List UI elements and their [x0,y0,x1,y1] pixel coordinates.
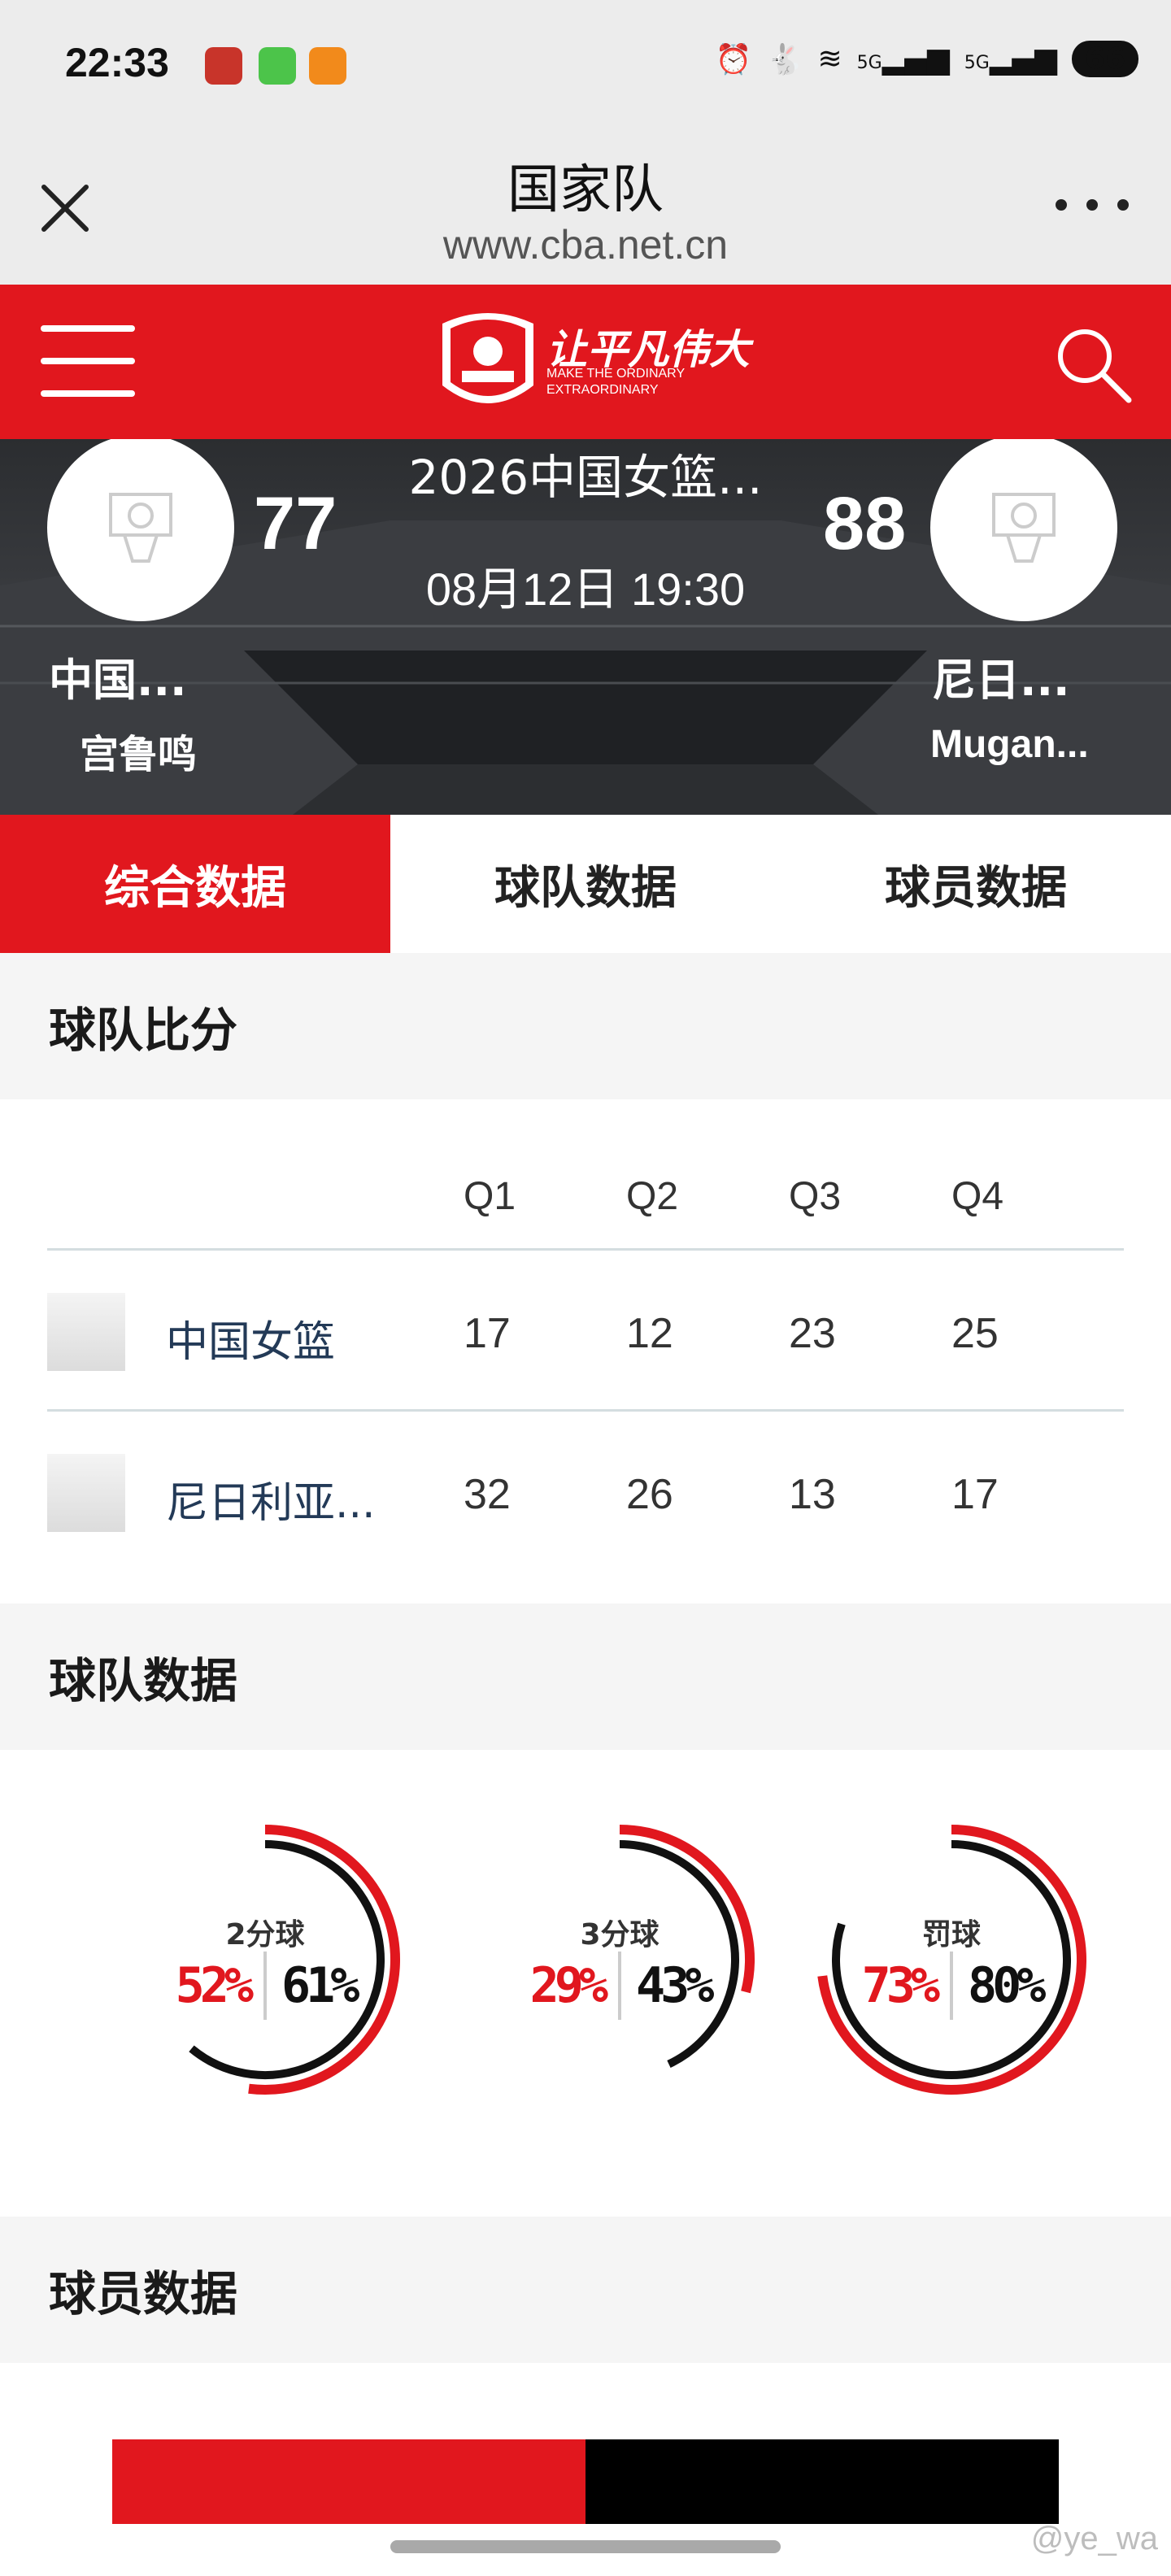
team-name: 中国女篮 [166,1318,336,1367]
stat-label: 2分球 [225,1918,305,1952]
quarter-score: 32 [464,1471,511,1518]
home-percentage: 73% [861,1957,940,2014]
home-percentage: 52% [175,1957,254,2014]
quarter-score: 17 [951,1471,999,1518]
team-flag-icon [47,1454,125,1532]
quarter-score: 23 [789,1310,836,1357]
quarter-header: Q2 [626,1175,679,1218]
stat-donut-3pt[interactable]: 3分球 29% 43% [481,1821,758,2098]
quarter-score: 25 [951,1310,999,1357]
home-team-segment[interactable] [112,2439,586,2524]
home-team-logo[interactable] [47,439,234,621]
home-percentage: 29% [529,1957,608,2014]
reader-notification-icon [309,47,346,85]
divider [950,1952,953,2020]
match-title: 2026中国女篮... [408,450,763,505]
home-indicator[interactable] [390,2540,781,2553]
home-score: 77 [254,482,337,565]
basketball-hoop-icon [992,493,1056,563]
score-section-heading: 球队比分 [0,953,1171,1099]
app-notification-icon [205,47,242,85]
quarter-score-table: Q1 Q2 Q3 Q4 中国女篮 17 12 23 25 尼日利亚... 32 … [47,1099,1124,1573]
home-team-name: 中国... [49,655,187,706]
home-coach-name: 宫鲁鸣 [80,732,198,777]
basketball-hoop-icon [109,493,172,563]
stat-donut-free-throw[interactable]: 罚球 73% 80% [813,1821,1090,2098]
team-name: 尼日利亚... [166,1479,376,1528]
message-notification-icon [259,47,296,85]
tab-overview[interactable]: 综合数据 [0,815,390,953]
quarter-score: 17 [464,1310,511,1357]
match-banner: 77 2026中国女篮... 08月12日 19:30 88 中国... 宫鲁鸣… [0,439,1171,815]
dot-icon [1117,199,1129,211]
slogan-en-line-1: MAKE THE ORDINARY [546,367,686,381]
divider [263,1952,267,2020]
search-button[interactable] [1052,324,1134,405]
status-bar: 22:33 ⏰ 🐇 ≋ 5G▂▄▆ 5G▂▄▆ 66 [0,0,1171,130]
menu-line [41,390,135,397]
tab-player-stats[interactable]: 球员数据 [781,815,1171,953]
signal-5g-icon: 5G▂▄▆ [856,42,950,76]
dot-icon [1086,199,1098,211]
table-row[interactable]: 尼日利亚... 32 26 13 17 [47,1412,1124,1573]
menu-line [41,325,135,332]
alarm-icon: ⏰ [715,42,752,76]
stat-donut-2pt[interactable]: 2分球 52% 61% [127,1821,403,2098]
slogan-en-line-2: EXTRAORDINARY [546,383,659,397]
player-team-switch[interactable] [112,2439,1059,2524]
away-percentage: 61% [281,1957,359,2014]
status-indicators: ⏰ 🐇 ≋ 5G▂▄▆ 5G▂▄▆ 66 [716,41,1138,77]
away-team-name: 尼日... [932,655,1070,706]
match-datetime: 08月12日 19:30 [425,564,746,615]
quarter-score: 13 [789,1471,836,1518]
divider [618,1952,621,2020]
stat-label: 3分球 [580,1918,660,1952]
stat-values: 73% 80% [813,1952,1090,2020]
table-header: Q1 Q2 Q3 Q4 [47,1099,1124,1251]
slogan-english: MAKE THE ORDINARY EXTRAORDINARY [546,366,685,398]
away-percentage: 80% [968,1957,1046,2014]
hamburger-menu-button[interactable] [41,325,135,398]
away-percentage: 43% [636,1957,714,2014]
team-flag-icon [47,1293,125,1371]
menu-line [41,358,135,364]
more-options-button[interactable] [1056,189,1129,221]
quarter-header: Q3 [789,1175,842,1218]
away-score: 88 [823,482,907,565]
section-title: 球队比分 [49,1003,238,1058]
site-nav: 让平凡伟大 MAKE THE ORDINARY EXTRAORDINARY [0,285,1171,439]
watermark: @ye_wa [1030,2521,1158,2556]
page-title: 国家队 [507,160,664,220]
search-icon [1058,329,1132,403]
stats-tabs: 综合数据 球队数据 球员数据 [0,815,1171,953]
stat-values: 29% 43% [481,1952,758,2020]
tab-team-stats[interactable]: 球队数据 [390,815,781,953]
quarter-header: Q1 [464,1175,516,1218]
section-title: 球员数据 [49,2266,238,2321]
quarter-score: 26 [626,1471,673,1518]
away-team-logo[interactable] [930,439,1117,621]
table-row[interactable]: 中国女篮 17 12 23 25 [47,1251,1124,1412]
quarter-header: Q4 [951,1175,1004,1218]
dot-icon [1056,199,1067,211]
rabbit-icon: 🐇 [766,42,803,76]
wifi-icon: ≋ [817,42,842,76]
stat-values: 52% 61% [127,1952,403,2020]
team-stats-heading: 球队数据 [0,1603,1171,1750]
browser-header: 国家队 www.cba.net.cn [0,130,1171,285]
status-time: 22:33 [65,40,169,85]
section-title: 球队数据 [49,1653,238,1708]
away-team-segment[interactable] [586,2439,1059,2524]
away-coach-name: Mugan... [930,723,1089,766]
page-url: www.cba.net.cn [442,222,729,268]
player-stats-heading: 球员数据 [0,2217,1171,2363]
stat-label: 罚球 [921,1918,981,1952]
battery-indicator: 66 [1071,41,1138,77]
quarter-score: 12 [626,1310,673,1357]
signal-5g-icon-2: 5G▂▄▆ [964,42,1057,76]
